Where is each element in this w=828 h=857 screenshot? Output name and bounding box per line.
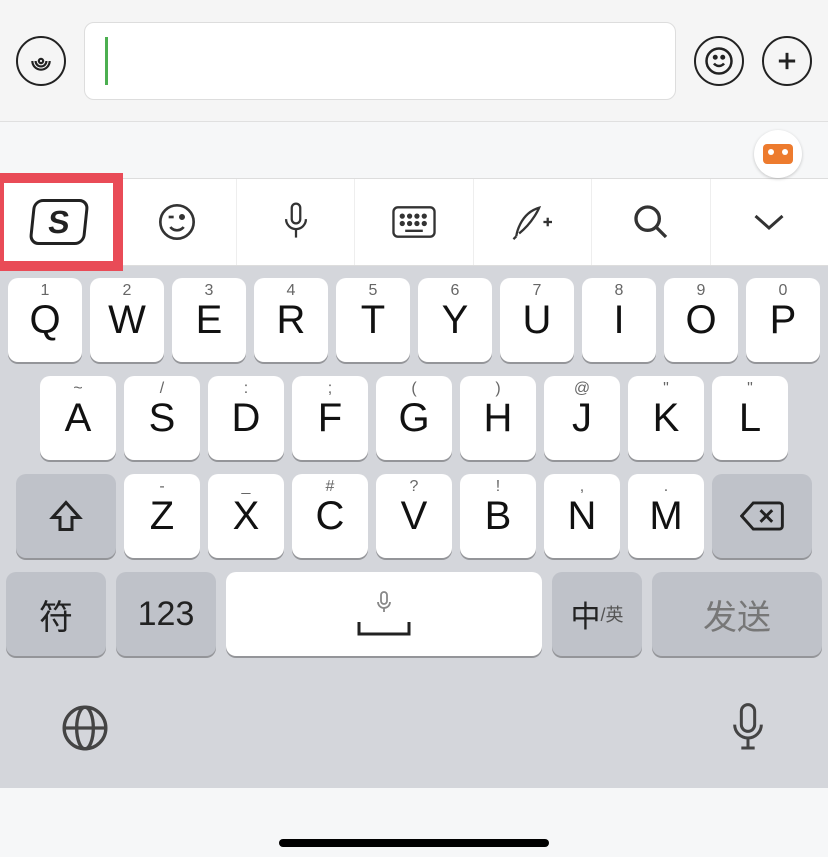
key-a[interactable]: ~A	[40, 376, 116, 460]
microphone-small-icon	[372, 590, 396, 620]
system-bottom-bar	[0, 668, 828, 788]
keyboard-icon	[392, 205, 436, 239]
microphone-icon	[279, 200, 313, 244]
chat-input-bar	[0, 0, 828, 122]
toolbar-handwriting-button[interactable]	[474, 179, 592, 265]
key-w[interactable]: 2W	[90, 278, 164, 362]
toolbar-emoji-button[interactable]	[118, 179, 236, 265]
key-row-1: 1Q 2W 3E 4R 5T 6Y 7U 8I 9O 0P	[6, 278, 822, 362]
globe-icon	[60, 703, 110, 753]
key-b[interactable]: !B	[460, 474, 536, 558]
key-m[interactable]: .M	[628, 474, 704, 558]
suggestion-strip	[0, 122, 828, 178]
text-cursor	[105, 37, 108, 85]
key-t[interactable]: 5T	[336, 278, 410, 362]
sogou-logo-button[interactable]: S	[0, 179, 118, 265]
shift-icon	[48, 498, 84, 534]
key-z[interactable]: -Z	[124, 474, 200, 558]
wink-face-icon	[157, 202, 197, 242]
toolbar-search-button[interactable]	[592, 179, 710, 265]
backspace-icon	[740, 500, 784, 532]
key-h[interactable]: )H	[460, 376, 536, 460]
symbols-key[interactable]: 符	[6, 572, 106, 656]
toolbar-voice-button[interactable]	[237, 179, 355, 265]
sticker-avatar[interactable]	[754, 130, 802, 178]
key-x[interactable]: _X	[208, 474, 284, 558]
key-q[interactable]: 1Q	[8, 278, 82, 362]
key-k[interactable]: "K	[628, 376, 704, 460]
key-n[interactable]: ,N	[544, 474, 620, 558]
key-l[interactable]: "L	[712, 376, 788, 460]
feather-plus-icon	[510, 202, 554, 242]
space-bracket-icon	[357, 620, 411, 638]
key-u[interactable]: 7U	[500, 278, 574, 362]
key-p[interactable]: 0P	[746, 278, 820, 362]
search-icon	[631, 202, 671, 242]
space-key[interactable]	[226, 572, 542, 656]
key-c[interactable]: #C	[292, 474, 368, 558]
globe-button[interactable]	[60, 703, 110, 753]
lang-sub-label: /英	[600, 601, 623, 627]
key-i[interactable]: 8I	[582, 278, 656, 362]
plus-button[interactable]	[762, 36, 812, 86]
lang-main-label: 中	[570, 592, 600, 636]
voice-message-button[interactable]	[16, 36, 66, 86]
key-j[interactable]: @J	[544, 376, 620, 460]
key-row-3: -Z _X #C ?V !B ,N .M	[6, 474, 822, 558]
key-o[interactable]: 9O	[664, 278, 738, 362]
toolbar-keyboard-button[interactable]	[355, 179, 473, 265]
key-v[interactable]: ?V	[376, 474, 452, 558]
language-toggle-key[interactable]: 中/英	[552, 572, 642, 656]
key-e[interactable]: 3E	[172, 278, 246, 362]
key-row-4: 符 123 中/英 发送	[6, 572, 822, 656]
numbers-key[interactable]: 123	[116, 572, 216, 656]
chevron-down-icon	[751, 210, 787, 234]
emoji-button[interactable]	[694, 36, 744, 86]
message-input[interactable]	[84, 22, 676, 100]
keyboard-toolbar: S	[0, 178, 828, 266]
soft-keyboard: 1Q 2W 3E 4R 5T 6Y 7U 8I 9O 0P ~A /S :D ;…	[0, 266, 828, 668]
key-g[interactable]: (G	[376, 376, 452, 460]
microphone-icon	[728, 701, 768, 755]
send-key[interactable]: 发送	[652, 572, 822, 656]
key-row-2: ~A /S :D ;F (G )H @J "K "L	[6, 376, 822, 460]
dictation-button[interactable]	[728, 701, 768, 755]
toolbar-collapse-button[interactable]	[711, 179, 828, 265]
home-indicator[interactable]	[279, 839, 549, 847]
key-f[interactable]: ;F	[292, 376, 368, 460]
backspace-key[interactable]	[712, 474, 812, 558]
key-d[interactable]: :D	[208, 376, 284, 460]
sogou-s-icon: S	[28, 199, 89, 245]
key-r[interactable]: 4R	[254, 278, 328, 362]
shift-key[interactable]	[16, 474, 116, 558]
key-y[interactable]: 6Y	[418, 278, 492, 362]
key-s[interactable]: /S	[124, 376, 200, 460]
